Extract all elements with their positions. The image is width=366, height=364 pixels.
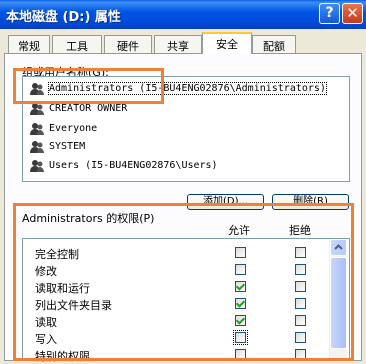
tab-tools[interactable]: 工具: [52, 35, 102, 53]
user-group-icon: [30, 141, 44, 153]
tab-security[interactable]: 安全: [202, 32, 252, 54]
help-button[interactable]: ?: [319, 3, 340, 24]
user-group-icon: [30, 160, 44, 172]
tab-quota[interactable]: 配额: [252, 35, 296, 53]
window-title: 本地磁盘 (D:) 属性: [6, 10, 121, 25]
user-group-icon: [30, 103, 44, 115]
tab-sharing[interactable]: 共享: [154, 35, 202, 53]
tab-strip: 常规 工具 硬件 共享 安全 配额: [0, 30, 366, 54]
tab-general[interactable]: 常规: [8, 35, 50, 53]
tab-hardware[interactable]: 硬件: [104, 35, 152, 53]
user-group-icon: [30, 123, 44, 135]
highlight-box-permissions: [13, 203, 354, 361]
list-item-label: Users (I5-BU4ENG02876\Users): [49, 160, 218, 171]
close-button[interactable]: ✕: [342, 3, 363, 24]
list-item-label: CREATOR OWNER: [49, 103, 128, 114]
title-bar: 本地磁盘 (D:) 属性 ? ✕: [0, 0, 366, 29]
list-item-label: Everyone: [49, 123, 98, 134]
highlight-box-selected-group: [13, 68, 164, 104]
list-item-label: SYSTEM: [49, 141, 86, 152]
